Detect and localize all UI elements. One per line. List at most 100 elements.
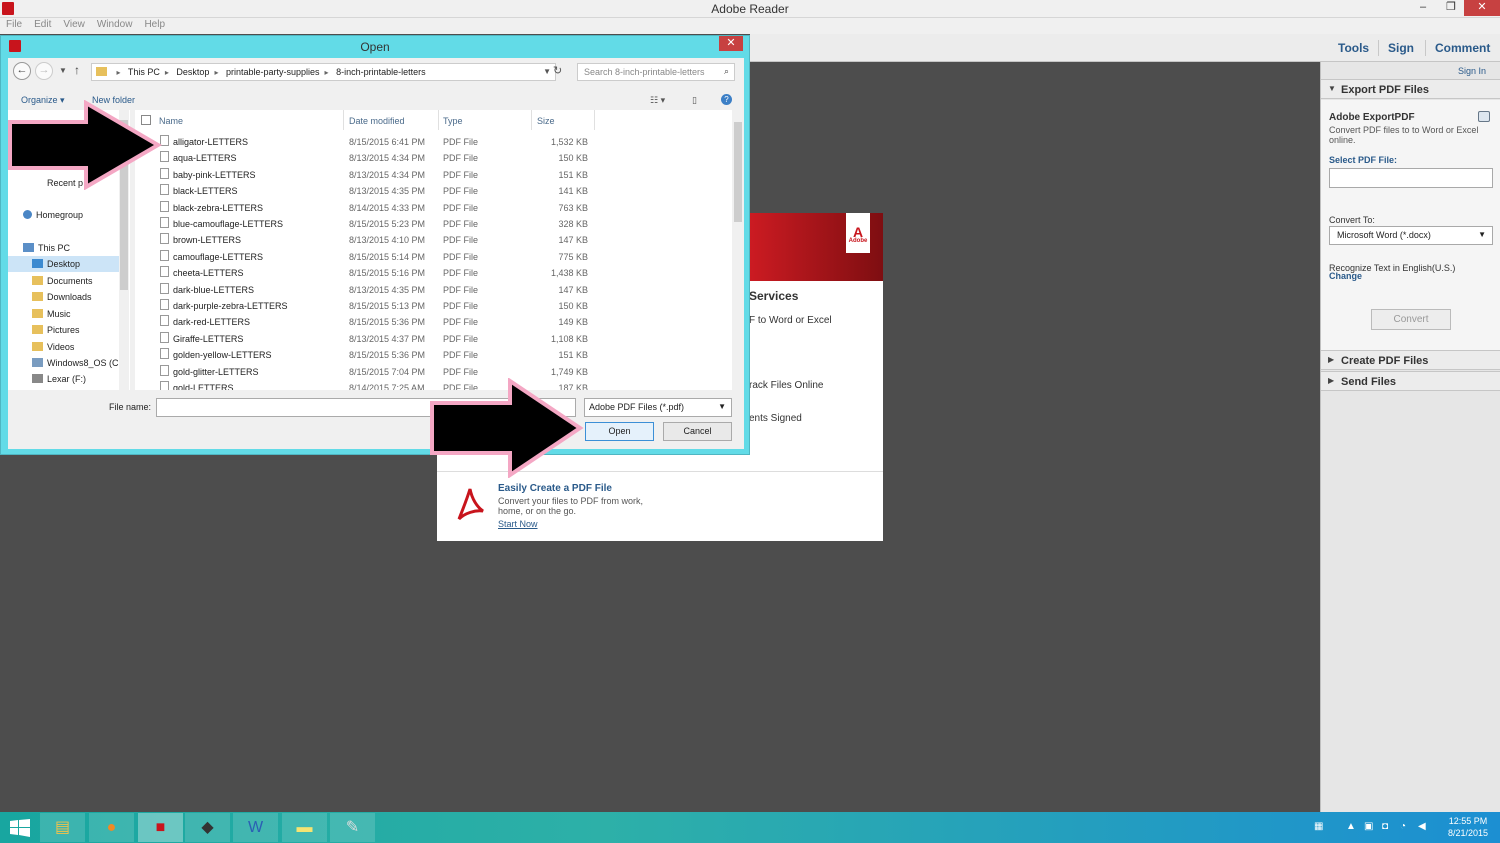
music-icon xyxy=(32,309,43,318)
gimp-icon[interactable]: ◆ xyxy=(185,813,230,842)
file-size: 775 KB xyxy=(558,251,588,262)
cancel-button[interactable]: Cancel xyxy=(663,422,732,441)
service-item-convert[interactable]: F to Word or Excel xyxy=(749,315,832,326)
file-date: 8/15/2015 6:41 PM xyxy=(349,137,426,147)
breadcrumb-printable-party-supplies[interactable]: printable-party-supplies xyxy=(226,67,320,77)
nav-item-downloads[interactable]: Downloads xyxy=(32,292,92,302)
file-name: blue-camouflage-LETTERS xyxy=(173,219,284,229)
table-row[interactable]: baby-pink-LETTERS 8/13/2015 4:34 PM PDF Fi… xyxy=(135,167,732,183)
file-size: 328 KB xyxy=(558,219,588,229)
table-row[interactable]: brown-LETTERS 8/13/2015 4:10 PM PDF File 14… xyxy=(135,232,732,248)
keyboard-icon[interactable]: ▦ xyxy=(1314,821,1323,832)
nav-item-desktop[interactable]: Desktop xyxy=(8,256,119,272)
app-titlebar: Adobe Reader – ❐ ✕ xyxy=(0,0,1500,18)
menu-window[interactable]: Window xyxy=(97,18,133,32)
nav-item-pictures[interactable]: Pictures xyxy=(32,325,80,335)
send-files-section[interactable]: ▶ Send Files xyxy=(1321,371,1500,391)
service-item-signed[interactable]: ents Signed xyxy=(749,413,802,424)
up-arrow-icon[interactable]: ↑ xyxy=(74,63,80,77)
nav-item-videos[interactable]: Videos xyxy=(32,342,74,352)
table-row[interactable]: black-LETTERS 8/13/2015 4:35 PM PDF File 14… xyxy=(135,183,732,199)
file-explorer-icon[interactable]: ▤ xyxy=(40,813,85,842)
search-input[interactable]: Search 8-inch-printable-letters ⌕ xyxy=(577,63,735,81)
table-row[interactable]: dark-red-LETTERS 8/15/2015 5:36 PM PDF Fil… xyxy=(135,314,732,330)
comment-button[interactable]: Comment xyxy=(1435,41,1490,55)
firefox-icon[interactable]: ● xyxy=(89,813,134,842)
select-pdf-field[interactable] xyxy=(1329,168,1493,188)
adobe-reader-taskbar-icon[interactable]: ■ xyxy=(138,813,183,842)
restore-button[interactable]: ❐ xyxy=(1436,0,1466,16)
tools-button[interactable]: Tools xyxy=(1338,41,1369,55)
table-row[interactable]: cheeta-LETTERS 8/15/2015 5:16 PM PDF File 1… xyxy=(135,265,732,281)
back-arrow-icon[interactable]: ← xyxy=(13,62,31,80)
open-button[interactable]: Open xyxy=(585,422,654,441)
view-options-icon[interactable]: ☷ ▾ xyxy=(650,95,665,106)
start-now-link[interactable]: Start Now xyxy=(498,519,538,529)
sticky-notes-icon[interactable]: ▬ xyxy=(282,813,327,842)
tray-app-icon[interactable]: ▣ xyxy=(1364,821,1373,832)
documents-icon xyxy=(32,276,43,285)
file-date: 8/15/2015 5:36 PM xyxy=(349,317,426,328)
table-row[interactable]: blue-camouflage-LETTERS 8/15/2015 5:23 PM… xyxy=(135,216,732,232)
file-type-select[interactable]: Adobe PDF Files (*.pdf) ▼ xyxy=(584,398,732,417)
change-link[interactable]: Change xyxy=(1329,271,1362,281)
paint-icon[interactable]: ✎ xyxy=(330,813,375,842)
address-chevron-icon[interactable]: ▼ xyxy=(543,67,551,76)
file-type: PDF File xyxy=(443,235,479,246)
create-pdf-heading[interactable]: Easily Create a PDF File xyxy=(498,483,612,494)
forward-arrow-icon[interactable]: → xyxy=(35,62,53,80)
preview-pane-icon[interactable]: ▯ xyxy=(692,95,697,106)
divider xyxy=(1425,40,1426,56)
convert-button[interactable]: Convert xyxy=(1371,309,1451,330)
table-row[interactable]: aqua-LETTERS 8/13/2015 4:34 PM PDF File 150… xyxy=(135,150,732,166)
menu-help[interactable]: Help xyxy=(144,18,165,32)
table-row[interactable]: alligator-LETTERS 8/15/2015 6:41 PM PDF Fi… xyxy=(135,134,732,150)
refresh-icon[interactable]: ↻ xyxy=(553,64,562,77)
close-button[interactable]: ✕ xyxy=(1464,0,1500,16)
reader-toolbar: Tools Sign Comment xyxy=(750,34,1500,62)
export-pdf-section[interactable]: ▼ Export PDF Files xyxy=(1321,79,1500,99)
menu-edit[interactable]: Edit xyxy=(34,18,51,32)
breadcrumb-this-pc[interactable]: This PC xyxy=(128,67,160,77)
breadcrumb-desktop[interactable]: Desktop xyxy=(176,67,209,77)
menu-file[interactable]: File xyxy=(6,18,22,32)
table-row[interactable]: Giraffe-LETTERS 8/13/2015 4:37 PM PDF File… xyxy=(135,331,732,347)
breadcrumb-separator-icon: ▸ xyxy=(116,68,121,77)
table-row[interactable]: golden-yellow-LETTERS 8/15/2015 5:36 PM PD… xyxy=(135,347,732,363)
clock[interactable]: 12:55 PM 8/21/2015 xyxy=(1448,815,1488,839)
scroll-thumb[interactable] xyxy=(734,122,742,222)
pdf-file-icon xyxy=(160,299,169,310)
convert-to-select[interactable]: Microsoft Word (*.docx) ▼ xyxy=(1329,226,1493,245)
dialog-close-button[interactable]: ✕ xyxy=(719,36,743,51)
table-row[interactable]: camouflage-LETTERS 8/15/2015 5:14 PM PDF F… xyxy=(135,249,732,265)
nav-item-windows-drive[interactable]: Windows8_OS (C xyxy=(32,358,119,368)
file-list-scrollbar[interactable] xyxy=(732,110,744,390)
word-icon[interactable]: W xyxy=(233,813,278,842)
export-settings-icon[interactable] xyxy=(1478,111,1490,122)
sign-in-link[interactable]: Sign In xyxy=(1458,66,1486,76)
volume-icon[interactable]: ◀ xyxy=(1418,821,1426,832)
nav-item-documents[interactable]: Documents xyxy=(32,276,93,286)
nav-item-this-pc[interactable]: This PC xyxy=(23,243,70,253)
menu-view[interactable]: View xyxy=(63,18,85,32)
nav-item-lexar[interactable]: Lexar (F:) xyxy=(32,374,86,384)
service-item-track[interactable]: rack Files Online xyxy=(749,380,823,391)
file-date: 8/15/2015 5:23 PM xyxy=(349,219,426,229)
windows-start-icon[interactable] xyxy=(10,819,30,837)
table-row[interactable]: dark-blue-LETTERS 8/13/2015 4:35 PM PDF Fi… xyxy=(135,282,732,298)
network-icon[interactable]: ◔ xyxy=(1400,821,1406,832)
minimize-button[interactable]: – xyxy=(1408,0,1438,16)
sign-button[interactable]: Sign xyxy=(1388,41,1414,55)
nav-item-music[interactable]: Music xyxy=(32,309,71,319)
nav-item-homegroup[interactable]: Homegroup xyxy=(23,210,83,220)
breadcrumb-8-inch-printable-letters[interactable]: 8-inch-printable-letters xyxy=(336,67,426,77)
address-bar[interactable]: ▸ This PC ▸ Desktop ▸ printable-party-supp… xyxy=(91,63,556,81)
table-row[interactable]: dark-purple-zebra-LETTERS 8/15/2015 5:13 … xyxy=(135,298,732,314)
table-row[interactable]: black-zebra-LETTERS 8/14/2015 4:33 PM PDF … xyxy=(135,200,732,216)
pdf-file-icon xyxy=(160,315,169,327)
help-icon[interactable]: ? xyxy=(721,94,732,105)
security-icon[interactable]: ◘ xyxy=(1382,821,1388,832)
recent-locations-chevron-icon[interactable]: ▼ xyxy=(59,66,67,75)
show-hidden-icons-icon[interactable]: ▲ xyxy=(1346,821,1356,832)
create-pdf-section[interactable]: ▶ Create PDF Files xyxy=(1321,350,1500,370)
